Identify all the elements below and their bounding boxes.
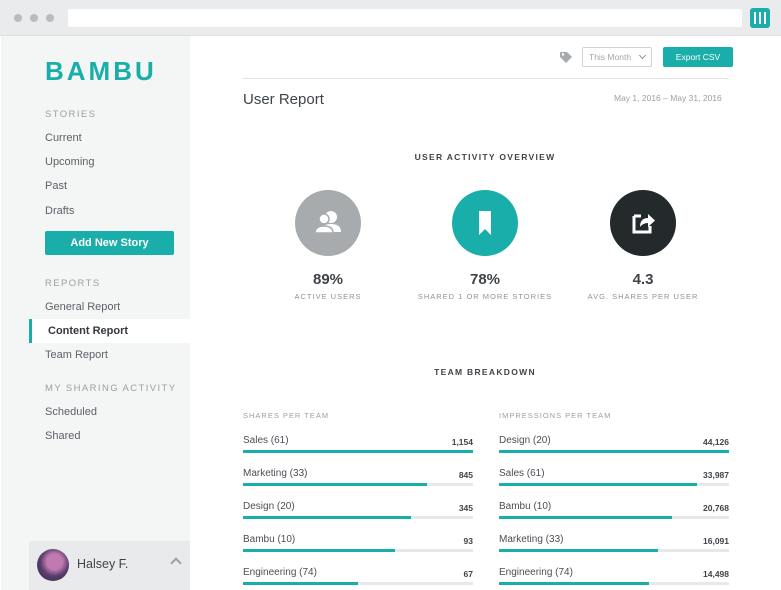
user-activity-overview-heading: USER ACTIVITY OVERVIEW: [414, 152, 556, 162]
user-name: Halsey F.: [77, 557, 129, 571]
team-name: Bambu (10): [243, 534, 296, 545]
shares-per-team-heading: SHARES PER TEAM: [243, 411, 330, 420]
progress-fill: [499, 549, 658, 552]
team-value: 67: [463, 569, 473, 579]
sidebar-item-scheduled[interactable]: Scheduled: [45, 406, 97, 418]
address-bar[interactable]: [68, 9, 742, 27]
team-value: 14,498: [703, 569, 729, 579]
header-divider: [242, 78, 729, 79]
users-icon: [295, 190, 361, 256]
tag-icon[interactable]: [560, 52, 573, 63]
sidebar-item-drafts[interactable]: Drafts: [45, 205, 74, 217]
table-row: Engineering (74) 14,498: [499, 567, 729, 587]
team-name: Design (20): [499, 435, 551, 446]
team-value: 93: [463, 536, 473, 546]
sidebar-item-shared[interactable]: Shared: [45, 430, 80, 442]
window-minimize-dot[interactable]: [30, 14, 38, 22]
stat-label: AVG. SHARES PER USER: [587, 292, 699, 301]
table-row: Bambu (10) 93: [243, 534, 473, 554]
table-row: Engineering (74) 67: [243, 567, 473, 587]
stat-value: 78%: [469, 271, 501, 288]
stat-avg-shares: 4.3 AVG. SHARES PER USER: [563, 190, 723, 301]
window-close-dot[interactable]: [14, 14, 22, 22]
sidebar-item-past[interactable]: Past: [45, 180, 67, 192]
team-name: Sales (61): [243, 435, 289, 446]
progress-track: [499, 483, 729, 486]
sidebar-item-upcoming[interactable]: Upcoming: [45, 156, 95, 168]
sidebar: BAMBU STORIES Current Upcoming Past Draf…: [1, 36, 190, 590]
sidebar-item-current[interactable]: Current: [45, 132, 82, 144]
table-row: Marketing (33) 845: [243, 468, 473, 488]
stat-shared-stories: 78% SHARED 1 OR MORE STORIES: [405, 190, 565, 301]
export-csv-button[interactable]: Export CSV: [663, 47, 733, 67]
progress-fill: [243, 483, 427, 486]
team-value: 845: [458, 470, 473, 480]
team-name: Bambu (10): [499, 501, 552, 512]
table-row: Sales (61) 1,154: [243, 435, 473, 455]
table-row: Bambu (10) 20,768: [499, 501, 729, 521]
team-value: 16,091: [703, 536, 729, 546]
progress-fill: [499, 483, 697, 486]
progress-fill: [499, 582, 649, 585]
team-value: 33,987: [703, 470, 729, 480]
avatar: [37, 549, 69, 581]
team-value: 20,768: [703, 503, 729, 513]
sidebar-item-general-report[interactable]: General Report: [45, 301, 120, 313]
sharing-activity-heading: MY SHARING ACTIVITY: [45, 383, 177, 394]
progress-fill: [243, 582, 358, 585]
page-title: User Report: [243, 91, 324, 108]
progress-track: [243, 450, 473, 453]
chevron-up-icon[interactable]: [170, 557, 182, 569]
user-menu[interactable]: Halsey F.: [29, 541, 190, 590]
window-maximize-dot[interactable]: [46, 14, 54, 22]
date-filter-select[interactable]: This Month: [582, 47, 652, 67]
progress-track: [499, 450, 729, 453]
bambu-extension-icon[interactable]: [750, 8, 770, 28]
progress-track: [499, 582, 729, 585]
stat-label: ACTIVE USERS: [294, 292, 362, 301]
table-row: Design (20) 44,126: [499, 435, 729, 455]
stat-label: SHARED 1 OR MORE STORIES: [417, 292, 553, 301]
bookmark-icon: [452, 190, 518, 256]
progress-fill: [243, 450, 473, 453]
stat-value: 4.3: [632, 271, 654, 288]
table-row: Marketing (33) 16,091: [499, 534, 729, 554]
progress-track: [499, 549, 729, 552]
progress-track: [243, 516, 473, 519]
table-row: Sales (61) 33,987: [499, 468, 729, 488]
progress-fill: [499, 516, 672, 519]
date-range: May 1, 2016 – May 31, 2016: [614, 93, 722, 103]
stories-heading: STORIES: [45, 109, 97, 120]
team-breakdown-heading: TEAM BREAKDOWN: [434, 367, 536, 377]
team-value: 1,154: [451, 437, 473, 447]
share-icon: [610, 190, 676, 256]
team-name: Engineering (74): [499, 567, 573, 578]
team-name: Design (20): [243, 501, 295, 512]
progress-fill: [499, 450, 729, 453]
date-filter-value: This Month: [589, 52, 632, 62]
stat-active-users: 89% ACTIVE USERS: [248, 190, 408, 301]
progress-track: [499, 516, 729, 519]
reports-heading: REPORTS: [45, 278, 101, 289]
progress-fill: [243, 516, 411, 519]
sidebar-item-content-report[interactable]: Content Report: [29, 319, 190, 343]
team-value: 44,126: [703, 437, 729, 447]
add-new-story-button[interactable]: Add New Story: [45, 231, 174, 255]
progress-track: [243, 582, 473, 585]
stat-value: 89%: [312, 271, 344, 288]
team-name: Marketing (33): [243, 468, 308, 479]
team-name: Engineering (74): [243, 567, 317, 578]
impressions-per-team-heading: IMPRESSIONS PER TEAM: [499, 411, 612, 420]
team-name: Sales (61): [499, 468, 545, 479]
sidebar-item-team-report[interactable]: Team Report: [45, 349, 108, 361]
team-name: Marketing (33): [499, 534, 564, 545]
progress-fill: [243, 549, 395, 552]
progress-track: [243, 483, 473, 486]
chevron-down-icon: [638, 51, 647, 60]
team-value: 345: [458, 503, 473, 513]
progress-track: [243, 549, 473, 552]
table-row: Design (20) 345: [243, 501, 473, 521]
browser-chrome: [0, 0, 781, 36]
bambu-logo[interactable]: BAMBU: [45, 56, 157, 87]
